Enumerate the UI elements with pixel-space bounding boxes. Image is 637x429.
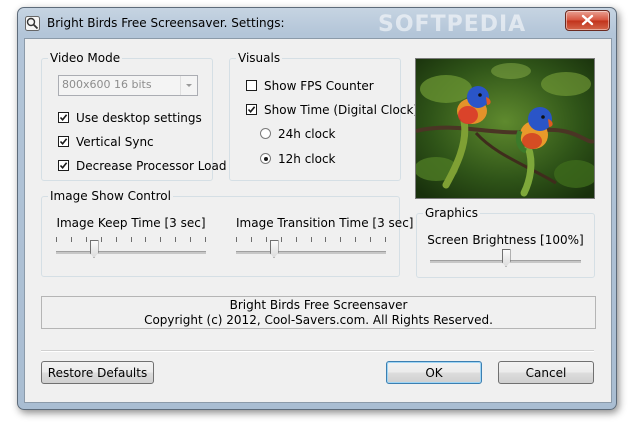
checkbox-box <box>58 136 69 147</box>
use-desktop-settings-checkbox[interactable]: Use desktop settings <box>58 110 208 126</box>
radio-12h-clock-label: 12h clock <box>278 152 336 166</box>
slider-tick <box>311 237 312 242</box>
slider-tick <box>340 237 341 242</box>
image-show-control-group-label: Image Show Control <box>48 189 173 203</box>
slider-tick <box>251 237 252 242</box>
slider-tick <box>145 237 146 242</box>
slider-thumb[interactable] <box>501 249 511 267</box>
slider-tick <box>325 237 326 242</box>
image-show-control-group: Image Show Control Image Keep Time [3 se… <box>41 189 414 277</box>
check-icon <box>59 162 68 170</box>
copyright-text: Copyright (c) 2012, Cool-Savers.com. All… <box>144 313 493 327</box>
app-icon <box>25 16 40 31</box>
checkbox-box <box>246 80 257 91</box>
slider-tick <box>56 237 57 242</box>
slider-tick <box>101 237 102 242</box>
slider-thumb[interactable] <box>269 240 279 258</box>
slider-tick <box>175 237 176 242</box>
visuals-group: Visuals Show FPS Counter Show Time (Digi… <box>229 51 418 181</box>
show-time-checkbox[interactable]: Show Time (Digital Clock) <box>246 102 418 118</box>
watermark-text: SOFTPEDIA <box>378 12 527 37</box>
resolution-combobox[interactable]: 800x600 16 bits <box>58 75 198 96</box>
preview-image <box>415 58 595 199</box>
checkbox-box <box>58 112 69 123</box>
image-keep-time-slider[interactable] <box>56 234 206 264</box>
checkbox-box <box>246 104 257 115</box>
check-icon <box>59 114 68 122</box>
radio-24h-clock-label: 24h clock <box>278 127 336 141</box>
image-transition-time-slider[interactable] <box>236 234 386 264</box>
slider-tick <box>116 237 117 242</box>
slider-tick <box>236 237 237 242</box>
check-icon <box>247 106 256 114</box>
close-icon <box>581 14 594 26</box>
separator-line <box>41 350 594 352</box>
title-bar[interactable]: Bright Birds Free Screensaver. Settings:… <box>18 8 616 38</box>
image-keep-time-label: Image Keep Time [3 sec] <box>56 216 206 230</box>
show-fps-counter-label: Show FPS Counter <box>264 79 374 93</box>
combo-arrow-icon <box>180 76 197 95</box>
checkbox-box <box>58 160 69 171</box>
check-icon <box>59 138 68 146</box>
ok-button[interactable]: OK <box>386 361 482 384</box>
video-mode-group: Video Mode 800x600 16 bits Use desktop s… <box>41 51 226 181</box>
product-name-text: Bright Birds Free Screensaver <box>229 298 408 312</box>
slider-tick <box>370 237 371 242</box>
cancel-button[interactable]: Cancel <box>498 361 594 384</box>
screen-brightness-slider[interactable] <box>430 243 581 273</box>
graphics-group-label: Graphics <box>423 206 480 220</box>
window-title: Bright Birds Free Screensaver. Settings: <box>47 16 285 30</box>
close-button[interactable] <box>565 10 610 31</box>
vertical-sync-label: Vertical Sync <box>76 135 154 149</box>
show-time-label: Show Time (Digital Clock) <box>264 103 419 117</box>
slider-tick <box>160 237 161 242</box>
graphics-group: Graphics Screen Brightness [100%] <box>416 206 595 278</box>
slider-tick <box>385 237 386 242</box>
about-info-box: Bright Birds Free Screensaver Copyright … <box>41 296 596 329</box>
visuals-group-label: Visuals <box>236 51 283 65</box>
image-transition-time-label: Image Transition Time [3 sec] <box>236 216 414 230</box>
slider-tick <box>355 237 356 242</box>
slider-tick <box>71 237 72 242</box>
settings-window: Bright Birds Free Screensaver. Settings:… <box>17 7 617 410</box>
vertical-sync-checkbox[interactable]: Vertical Sync <box>58 134 208 150</box>
dialog-client-area: Video Mode 800x600 16 bits Use desktop s… <box>24 38 612 403</box>
restore-defaults-button[interactable]: Restore Defaults <box>41 361 154 384</box>
slider-tick <box>190 237 191 242</box>
slider-tick <box>205 237 206 242</box>
show-fps-counter-checkbox[interactable]: Show FPS Counter <box>246 78 396 94</box>
radio-circle <box>260 128 271 139</box>
radio-circle <box>260 153 271 164</box>
video-mode-group-label: Video Mode <box>48 51 123 65</box>
slider-tick <box>296 237 297 242</box>
slider-tick <box>266 237 267 242</box>
slider-thumb[interactable] <box>89 240 99 258</box>
decrease-processor-load-label: Decrease Processor Load <box>76 159 227 173</box>
use-desktop-settings-label: Use desktop settings <box>76 111 202 125</box>
slider-tick <box>281 237 282 242</box>
slider-tick <box>86 237 87 242</box>
radio-12h-clock[interactable]: 12h clock <box>260 151 380 167</box>
radio-24h-clock[interactable]: 24h clock <box>260 126 380 142</box>
decrease-processor-load-checkbox[interactable]: Decrease Processor Load <box>58 158 226 174</box>
slider-tick <box>131 237 132 242</box>
resolution-value: 800x600 16 bits <box>62 78 152 91</box>
